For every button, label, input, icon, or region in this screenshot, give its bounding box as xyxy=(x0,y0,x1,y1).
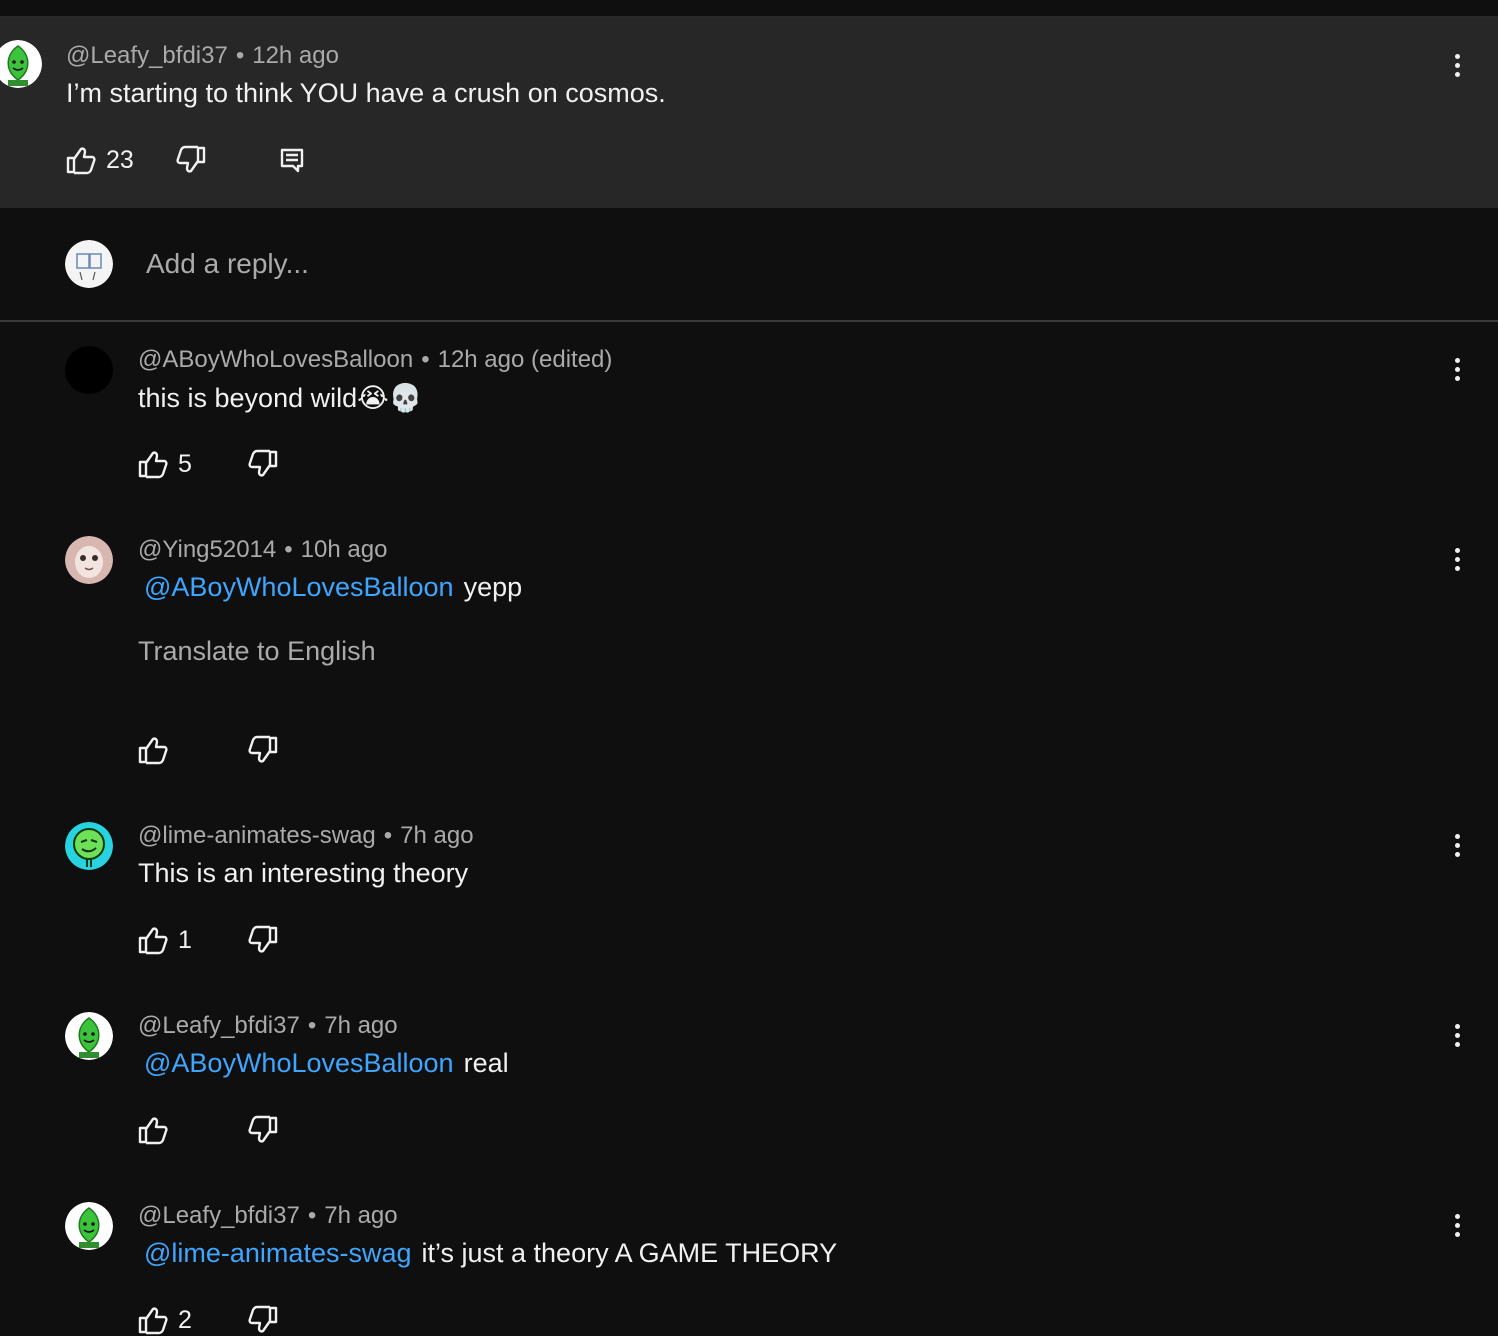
author-name[interactable]: @Leafy_bfdi37 xyxy=(138,1012,300,1039)
dislike-button[interactable] xyxy=(176,144,208,176)
reply-input[interactable]: Add a reply... xyxy=(146,248,309,280)
avatar[interactable] xyxy=(0,40,42,88)
comment-meta: @Leafy_bfdi37 • 7h ago xyxy=(138,1012,398,1039)
timestamp[interactable]: 12h ago (edited) xyxy=(438,346,613,373)
like-button[interactable] xyxy=(64,144,96,176)
dislike-button[interactable] xyxy=(248,1304,280,1336)
author-name[interactable]: @Ying52014 xyxy=(138,536,276,563)
like-button[interactable] xyxy=(136,924,168,956)
dislike-button[interactable] xyxy=(248,1114,280,1146)
like-button[interactable] xyxy=(136,1304,168,1336)
avatar[interactable] xyxy=(65,536,113,584)
like-count: 5 xyxy=(178,450,192,478)
timestamp[interactable]: 7h ago xyxy=(324,1012,397,1039)
author-name[interactable]: @Leafy_bfdi37 xyxy=(66,42,228,69)
comment-text: I’m starting to think YOU have a crush o… xyxy=(66,78,666,108)
like-button[interactable] xyxy=(136,448,168,480)
comment-text: this is beyond wild😭💀 xyxy=(138,383,423,413)
comment-text: @ABoyWhoLovesBalloon yepp xyxy=(138,572,522,603)
comment-meta: @Leafy_bfdi37 • 12h ago xyxy=(66,42,339,69)
reply-button[interactable] xyxy=(276,144,308,176)
like-button[interactable] xyxy=(136,734,168,766)
more-options-button[interactable] xyxy=(1442,1206,1472,1246)
more-options-button[interactable] xyxy=(1442,350,1472,390)
comment-meta: @ABoyWhoLovesBalloon • 12h ago (edited) xyxy=(138,346,613,373)
more-options-button[interactable] xyxy=(1442,1016,1472,1056)
comment-text: @lime-animates-swag it’s just a theory A … xyxy=(138,1238,837,1269)
comment-body: yepp xyxy=(463,572,523,602)
timestamp[interactable]: 12h ago xyxy=(252,42,339,69)
timestamp[interactable]: 10h ago xyxy=(301,536,388,563)
dislike-button[interactable] xyxy=(248,448,280,480)
dislike-button[interactable] xyxy=(248,734,280,766)
author-name[interactable]: @Leafy_bfdi37 xyxy=(138,1202,300,1229)
reply-composer: Add a reply... xyxy=(0,208,1498,322)
comment-meta: @lime-animates-swag • 7h ago xyxy=(138,822,474,849)
comment-text: @ABoyWhoLovesBalloon real xyxy=(138,1048,509,1079)
avatar[interactable] xyxy=(65,822,113,870)
timestamp[interactable]: 7h ago xyxy=(400,822,473,849)
comment-text: This is an interesting theory xyxy=(138,858,469,888)
more-options-button[interactable] xyxy=(1442,826,1472,866)
more-options-button[interactable] xyxy=(1442,46,1472,86)
comment-meta: @Ying52014 • 10h ago xyxy=(138,536,388,563)
avatar[interactable] xyxy=(65,1012,113,1060)
like-count: 23 xyxy=(106,146,134,174)
timestamp[interactable]: 7h ago xyxy=(324,1202,397,1229)
author-name[interactable]: @lime-animates-swag xyxy=(138,822,376,849)
author-name[interactable]: @ABoyWhoLovesBalloon xyxy=(138,346,413,373)
comment-meta: @Leafy_bfdi37 • 7h ago xyxy=(138,1202,398,1229)
comment-body: real xyxy=(463,1048,509,1078)
top-divider xyxy=(0,0,1498,18)
mention-link[interactable]: @lime-animates-swag xyxy=(144,1238,411,1268)
dislike-button[interactable] xyxy=(248,924,280,956)
like-count: 1 xyxy=(178,926,192,954)
comment-body: it’s just a theory A GAME THEORY xyxy=(421,1238,838,1268)
mention-link[interactable]: @ABoyWhoLovesBalloon xyxy=(144,1048,454,1078)
mention-link[interactable]: @ABoyWhoLovesBalloon xyxy=(144,572,454,602)
like-count: 2 xyxy=(178,1306,192,1334)
avatar[interactable] xyxy=(65,1202,113,1250)
avatar[interactable] xyxy=(65,346,113,394)
more-options-button[interactable] xyxy=(1442,540,1472,580)
parent-comment: @Leafy_bfdi37 • 12h ago I’m starting to th… xyxy=(0,18,1498,208)
avatar xyxy=(65,240,113,288)
translate-button[interactable]: Translate to English xyxy=(138,636,376,667)
like-button[interactable] xyxy=(136,1114,168,1146)
